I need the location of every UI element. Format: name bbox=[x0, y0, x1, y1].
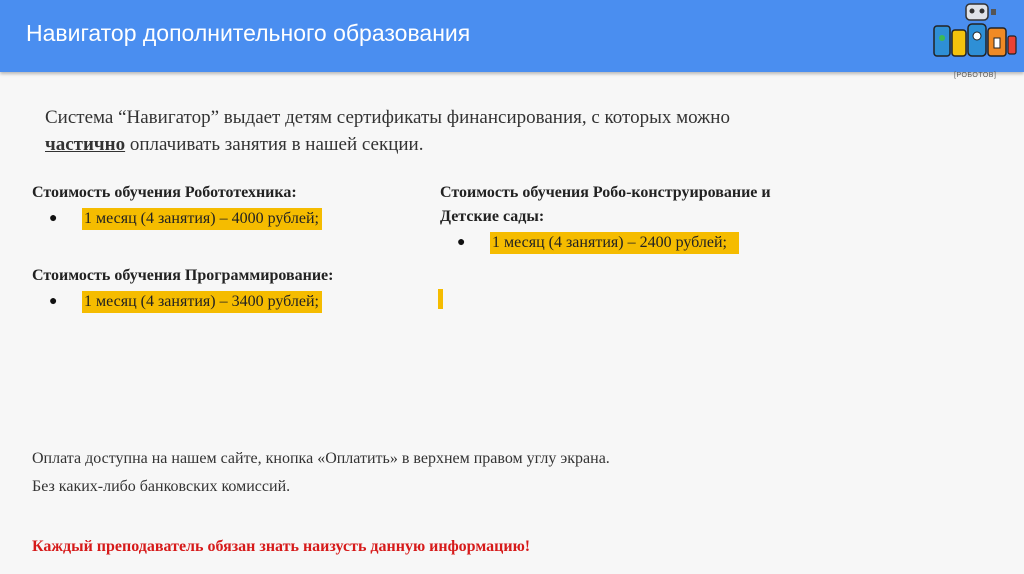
pricing-programming: Стоимость обучения Программирование: ● 1… bbox=[32, 264, 333, 313]
list-item: ● 1 месяц (4 занятия) – 4000 рублей; bbox=[32, 208, 322, 230]
pricing-robo-construction: Стоимость обучения Робо-конструирование … bbox=[440, 181, 771, 254]
bullet-icon: ● bbox=[457, 235, 466, 250]
warning-text: Каждый преподаватель обязан знать наизус… bbox=[32, 538, 531, 555]
price-item: 1 месяц (4 занятия) – 2400 рублей; bbox=[490, 232, 739, 254]
list-item: ● 1 месяц (4 занятия) – 3400 рублей; bbox=[32, 291, 333, 313]
pricing-title: Стоимость обучения Программирование: bbox=[32, 267, 334, 284]
bullet-icon: ● bbox=[49, 294, 58, 309]
pricing-title: Стоимость обучения Робототехника: bbox=[32, 184, 297, 201]
pricing-title-line2: Детские сады: bbox=[440, 208, 545, 225]
payment-note: Оплата доступна на нашем сайте, кнопка «… bbox=[32, 450, 610, 467]
header-bar: Навигатор дополнительного образования bbox=[0, 0, 1024, 72]
intro-text-before: Система “Навигатор” выдает детям сертифи… bbox=[45, 107, 730, 128]
bullet-icon: ● bbox=[49, 211, 58, 226]
price-item: 1 месяц (4 занятия) – 4000 рублей; bbox=[82, 208, 322, 230]
intro-emphasis: частично bbox=[45, 134, 126, 155]
pricing-title-line1: Стоимость обучения Робо-конструирование … bbox=[440, 184, 771, 201]
pricing-robotics: Стоимость обучения Робототехника: ● 1 ме… bbox=[32, 181, 322, 230]
list-item: ● 1 месяц (4 занятия) – 2400 рублей; bbox=[440, 232, 771, 254]
fees-note: Без каких-либо банковских комиссий. bbox=[32, 478, 291, 495]
intro-text-after: оплачивать занятия в нашей секции. bbox=[129, 134, 424, 155]
logo-caption: [РОБОТОВ] bbox=[954, 72, 997, 79]
slide-title: Навигатор дополнительного образования bbox=[26, 20, 471, 46]
highlight-mark bbox=[438, 289, 443, 309]
price-item: 1 месяц (4 занятия) – 3400 рублей; bbox=[82, 291, 322, 313]
intro-paragraph: Система “Навигатор” выдает детям сертифи… bbox=[45, 104, 925, 158]
slide: Навигатор дополнительного образования [Р… bbox=[0, 0, 1024, 574]
